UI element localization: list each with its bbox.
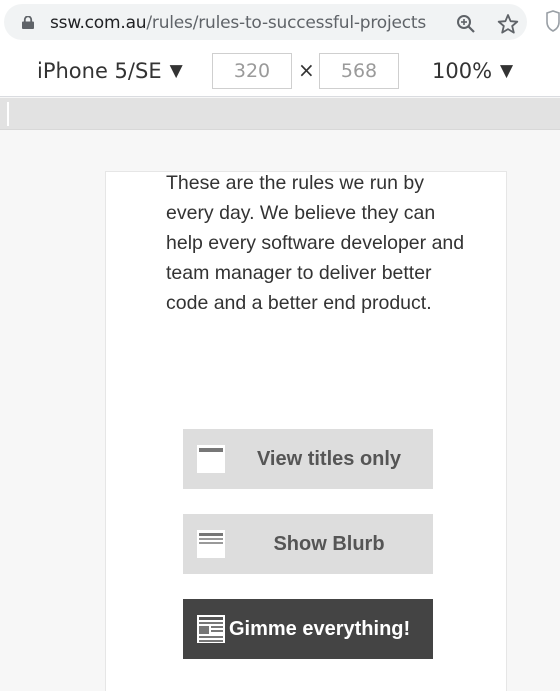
extension-icon[interactable] bbox=[545, 10, 560, 32]
browser-address-bar-area: ssw.com.au/rules/rules-to-successful-pro… bbox=[0, 0, 560, 45]
chevron-down-icon: ▼ bbox=[500, 61, 514, 81]
show-blurb-button[interactable]: Show Blurb bbox=[183, 514, 433, 574]
view-titles-only-button[interactable]: View titles only bbox=[183, 429, 433, 489]
device-viewport: These are the rules we run by every day.… bbox=[105, 171, 507, 691]
show-blurb-label: Show Blurb bbox=[273, 533, 385, 555]
gimme-everything-button[interactable]: Gimme everything! bbox=[183, 599, 433, 659]
emulation-canvas: These are the rules we run by every day.… bbox=[0, 131, 560, 691]
star-icon[interactable] bbox=[497, 13, 519, 35]
url-host: ssw.com.au bbox=[50, 13, 147, 33]
zoom-label: 100% bbox=[432, 59, 493, 83]
times-separator: × bbox=[298, 58, 315, 82]
zoom-select[interactable]: 100% ▼ bbox=[432, 59, 513, 83]
device-toolbar: iPhone 5/SE ▼ 320 × 568 100% ▼ bbox=[0, 45, 560, 97]
gimme-everything-label: Gimme everything! bbox=[229, 618, 411, 640]
intro-paragraph: These are the rules we run by every day.… bbox=[166, 172, 465, 314]
device-select[interactable]: iPhone 5/SE ▼ bbox=[37, 59, 183, 83]
blurb-icon bbox=[197, 530, 225, 558]
ruler-marker bbox=[7, 102, 9, 126]
titles-icon bbox=[197, 445, 225, 473]
omnibox[interactable]: ssw.com.au/rules/rules-to-successful-pro… bbox=[4, 4, 527, 40]
device-label: iPhone 5/SE bbox=[37, 59, 162, 83]
width-input[interactable]: 320 bbox=[212, 53, 292, 89]
lock-icon[interactable] bbox=[22, 16, 34, 29]
url-text[interactable]: ssw.com.au/rules/rules-to-successful-pro… bbox=[50, 13, 426, 33]
zoom-icon[interactable] bbox=[456, 14, 476, 34]
view-titles-only-label: View titles only bbox=[256, 448, 402, 470]
chevron-down-icon: ▼ bbox=[169, 61, 183, 81]
media-query-ruler[interactable] bbox=[0, 98, 560, 130]
height-input[interactable]: 568 bbox=[319, 53, 399, 89]
url-path: /rules/rules-to-successful-projects bbox=[146, 13, 427, 33]
